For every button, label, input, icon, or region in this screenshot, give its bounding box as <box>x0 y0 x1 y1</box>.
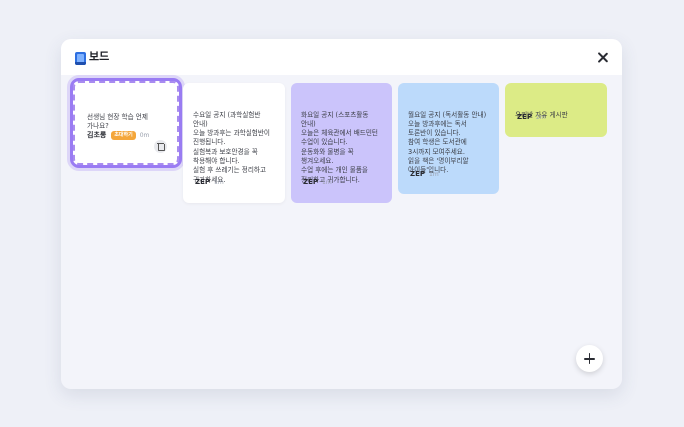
board-header: 보드 <box>61 39 622 75</box>
note-text: 화요일 공지 (스포츠활동 안내) 오늘은 체육관에서 배드민턴 수업이 있습니… <box>301 110 378 184</box>
note-card[interactable]: 우리반 자유 게시판 ZEP 2m <box>505 83 607 137</box>
note-author: ZEP <box>303 178 318 186</box>
board-icon <box>75 52 86 65</box>
note-time: 0m <box>139 132 150 139</box>
board-modal: 보드 선생님 현장 학습 언제 가나요? 김초롱 초대하기 0m 수요일 공지 … <box>61 39 622 389</box>
note-time: 2m <box>536 114 546 121</box>
note-card[interactable]: 수요일 공지 (과학실험반 안내) 오늘 방과후는 과학실험반이 진행됩니다. … <box>183 83 285 203</box>
note-meta: 김초롱 초대하기 0m <box>87 131 150 141</box>
note-card[interactable]: 월요일 공지 (독서활동 안내) 오늘 방과후에는 독서 토론반이 있습니다. … <box>398 83 499 194</box>
note-author: 김초롱 <box>87 131 107 139</box>
note-time: 1m <box>429 171 439 178</box>
note-meta: ZEP 1m <box>410 170 439 179</box>
note-card[interactable]: 화요일 공지 (스포츠활동 안내) 오늘은 체육관에서 배드민턴 수업이 있습니… <box>291 83 392 203</box>
trash-icon[interactable] <box>154 140 167 153</box>
note-time: 1m <box>214 179 224 186</box>
note-author: ZEP <box>410 170 425 178</box>
note-author: ZEP <box>517 113 532 121</box>
author-badge: 초대하기 <box>111 131 136 141</box>
note-meta: ZEP 1m <box>195 178 224 187</box>
note-time: 1m <box>322 179 332 186</box>
note-text: 선생님 현장 학습 언제 가나요? <box>87 112 150 130</box>
note-card[interactable]: 선생님 현장 학습 언제 가나요? 김초롱 초대하기 0m <box>70 78 182 168</box>
note-meta: ZEP 2m <box>517 113 546 122</box>
note-text: 월요일 공지 (독서활동 안내) 오늘 방과후에는 독서 토론반이 있습니다. … <box>408 110 487 175</box>
note-meta: ZEP 1m <box>303 178 332 187</box>
note-author: ZEP <box>195 178 210 186</box>
add-note-button[interactable] <box>576 345 603 372</box>
note-text: 수요일 공지 (과학실험반 안내) 오늘 방과후는 과학실험반이 진행됩니다. … <box>193 110 270 184</box>
close-icon[interactable] <box>597 52 608 63</box>
board-title: 보드 <box>89 50 110 63</box>
